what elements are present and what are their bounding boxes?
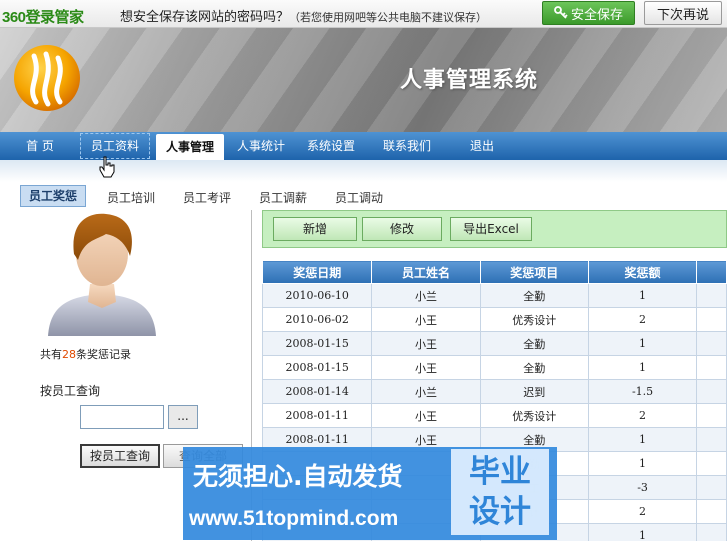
nav-item-hr-statistics[interactable]: 人事统计 [232,132,290,160]
nav-item-logout[interactable]: 退出 [462,132,502,160]
password-save-bar: 360登录管家 想安全保存该网站的密码吗？（若您使用网吧等公共电脑不建议保存） … [0,0,727,28]
column-header[interactable]: 员工姓名 [371,260,481,284]
table-cell: 全勤 [479,331,589,356]
table-cell-extra [696,451,727,476]
table-cell: 1 [587,283,698,308]
table-cell-extra [696,427,727,452]
action-toolbar: 新增 修改 导出Excel [262,210,727,248]
banner-background [0,28,727,132]
table-cell: 1 [587,451,698,476]
tab-salary-adjustment[interactable]: 员工调薪 [259,188,307,208]
later-button[interactable]: 下次再说 [644,1,722,25]
table-row[interactable]: 2008-01-15 小王 全勤 1 [261,331,727,356]
table-cell: 全勤 [479,355,589,380]
table-row[interactable]: 2008-01-15 小王 全勤 1 [261,355,727,380]
watermark-badge: 毕业 设计 [451,449,549,535]
table-cell: 迟到 [479,379,589,404]
ellipsis-icon[interactable]: ... [168,405,198,429]
table-cell: 全勤 [479,283,589,308]
edit-button[interactable]: 修改 [362,217,442,241]
column-header[interactable]: 奖惩额 [587,260,698,284]
table-cell: 2 [587,403,698,428]
key-icon [554,6,568,19]
table-cell: 优秀设计 [479,307,589,332]
table-cell: 1 [587,355,698,380]
query-label: 按员工查询 [40,384,101,398]
record-count-suffix: 条奖惩记录 [76,348,131,361]
save-prompt: 想安全保存该网站的密码吗？（若您使用网吧等公共电脑不建议保存） [120,6,487,25]
table-cell: 1 [587,427,698,452]
table-cell: 小王 [371,307,481,332]
table-cell: 小王 [371,403,481,428]
table-cell: 2010-06-02 [261,307,373,332]
table-cell-extra [696,355,727,380]
safe-save-label: 安全保存 [570,7,623,23]
table-cell-extra [696,475,727,500]
table-cell-extra [696,331,727,356]
nav-item-hr-management[interactable]: 人事管理 [156,134,224,160]
table-cell: 1 [587,331,698,356]
save-prompt-text: 想安全保存该网站的密码吗？ [120,10,290,25]
table-cell: 2010-06-10 [261,283,373,308]
table-cell: 2008-01-15 [261,355,373,380]
table-cell-extra [696,523,727,541]
safe-save-button[interactable]: 安全保存 [542,1,635,25]
flame-emblem-icon [14,45,80,111]
table-cell: -3 [587,475,698,500]
table-cell: 小王 [371,355,481,380]
nav-item-home[interactable]: 首 页 [16,132,64,160]
table-cell: 2008-01-14 [261,379,373,404]
column-header[interactable]: 奖惩日期 [261,260,373,284]
add-button[interactable]: 新增 [273,217,357,241]
hand-pointer-icon [99,156,115,178]
watermark-overlay: 无须担心.自动发货 www.51topmind.com 毕业 设计 [183,447,557,540]
brand-logo: 360登录管家 [2,9,84,26]
record-count-number: 28 [62,348,76,361]
query-by-employee-button[interactable]: 按员工查询 [80,444,160,468]
table-cell-extra [696,283,727,308]
watermark-badge-line1: 毕业 [469,454,531,490]
tab-training[interactable]: 员工培训 [107,188,155,208]
table-header-row: 奖惩日期 员工姓名 奖惩项目 奖惩额 [261,260,727,284]
nav-item-contact-us[interactable]: 联系我们 [378,132,436,160]
watermark-badge-line2: 设计 [469,494,531,530]
table-cell: 优秀设计 [479,403,589,428]
table-cell: 2 [587,499,698,524]
table-cell: 2 [587,307,698,332]
table-row[interactable]: 2010-06-02 小王 优秀设计 2 [261,307,727,332]
table-cell: 小兰 [371,379,481,404]
user-avatar-icon [48,213,156,336]
watermark-slogan: 无须担心.自动发货 [193,462,403,491]
column-header[interactable]: 奖惩项目 [479,260,589,284]
table-cell: 小兰 [371,283,481,308]
table-cell: 2008-01-15 [261,331,373,356]
export-excel-button[interactable]: 导出Excel [450,217,532,241]
table-row[interactable]: 2010-06-10 小兰 全勤 1 [261,283,727,308]
table-cell-extra [696,379,727,404]
header-banner: 人事管理系统 [0,28,727,132]
record-count: 共有28条奖惩记录 [40,346,131,362]
save-prompt-hint: （若您使用网吧等公共电脑不建议保存） [289,11,488,24]
tab-transfer[interactable]: 员工调动 [335,188,383,208]
table-cell-extra [696,403,727,428]
table-cell-extra [696,307,727,332]
table-cell: -1.5 [587,379,698,404]
system-title: 人事管理系统 [400,67,539,93]
nav-item-system-settings[interactable]: 系统设置 [302,132,360,160]
table-cell: 2008-01-11 [261,403,373,428]
column-header-extra [696,260,727,284]
tab-rewards-penalties[interactable]: 员工奖惩 [20,185,87,207]
table-cell: 1 [587,523,698,541]
watermark-url: www.51topmind.com [189,507,399,530]
tab-evaluation[interactable]: 员工考评 [183,188,231,208]
table-cell-extra [696,499,727,524]
table-row[interactable]: 2008-01-14 小兰 迟到 -1.5 [261,379,727,404]
table-row[interactable]: 2008-01-11 小王 优秀设计 2 [261,403,727,428]
table-cell: 小王 [371,331,481,356]
sub-nav: 员工奖惩 员工培训 员工考评 员工调薪 员工调动 [0,184,727,210]
record-count-prefix: 共有 [40,348,62,361]
employee-query-input[interactable] [80,405,164,429]
